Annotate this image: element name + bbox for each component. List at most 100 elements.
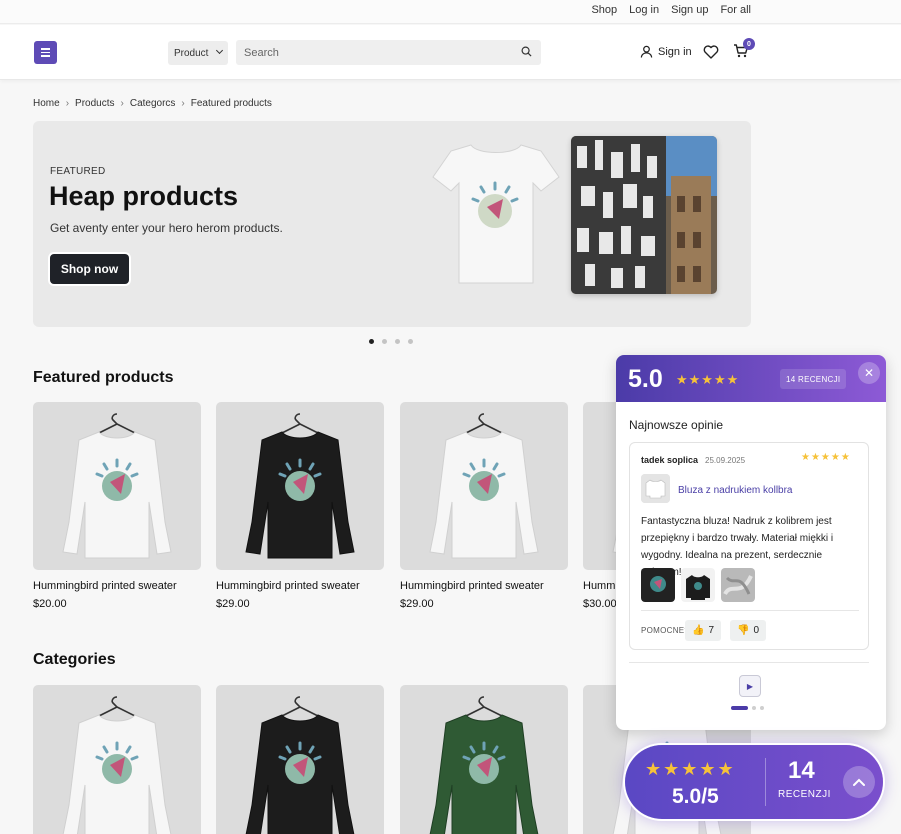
helpful-down-button[interactable]: 👎 0 xyxy=(730,620,767,641)
chevron-right-icon: › xyxy=(65,98,70,109)
breadcrumb-products[interactable]: Products xyxy=(75,98,114,109)
sweater-image xyxy=(245,696,355,834)
product-name[interactable]: Hummingbird printed sweater xyxy=(216,580,384,592)
user-icon xyxy=(640,45,653,58)
breadcrumb-home[interactable]: Home xyxy=(33,98,60,109)
helpful-up-count: 7 xyxy=(708,625,715,636)
review-product-thumbnail[interactable] xyxy=(641,474,670,503)
search-box xyxy=(236,40,541,65)
divider xyxy=(629,662,869,663)
thumbs-up-icon: 👍 xyxy=(692,625,705,636)
sweater-image xyxy=(62,413,172,559)
product-name[interactable]: Hummingbird printed sweater xyxy=(400,580,568,592)
top-link-shop[interactable]: Shop xyxy=(591,4,617,16)
category-card[interactable] xyxy=(33,685,201,834)
top-link-for-all[interactable]: For all xyxy=(720,4,751,16)
review-date: 25.09.2025 xyxy=(705,456,746,465)
heart-icon[interactable] xyxy=(703,45,719,59)
hero-subtitle: Get aventy enter your hero herom product… xyxy=(50,221,283,235)
rating-stars: ★★★★★ xyxy=(645,759,736,779)
reviews-count-badge: 14 RECENCJI xyxy=(780,369,847,389)
pager-dot[interactable] xyxy=(760,706,764,710)
category-select[interactable]: Product xyxy=(168,41,228,65)
helpful-down-count: 0 xyxy=(753,625,760,636)
product-image[interactable] xyxy=(33,402,201,570)
review-author: tadek soplica xyxy=(641,455,699,465)
badge-review-count: 14 xyxy=(788,757,815,784)
review-stars: ★★★★★ xyxy=(801,452,851,463)
review-photo[interactable] xyxy=(641,568,675,602)
product-price: $29.00 xyxy=(400,598,434,610)
breadcrumb-categories[interactable]: Categorcs xyxy=(130,98,176,109)
product-price: $29.00 xyxy=(216,598,250,610)
rating-badge-widget[interactable]: ★★★★★ 5.0/5 14 RECENZJI xyxy=(625,745,883,819)
chevron-down-icon xyxy=(215,46,224,55)
chevron-up-icon[interactable] xyxy=(843,766,875,798)
reviews-pager-dots xyxy=(731,706,764,710)
breadcrumb-current: Featured products xyxy=(190,98,272,109)
category-card[interactable] xyxy=(216,685,384,834)
category-image[interactable] xyxy=(400,685,568,834)
product-image[interactable] xyxy=(400,402,568,570)
categories-section-title: Categories xyxy=(33,651,116,668)
review-card: tadek soplica 25.09.2025 ★★★★★ Bluza z n… xyxy=(629,442,869,650)
chevron-right-icon: › xyxy=(181,98,185,109)
product-card[interactable]: Hummingbird printed sweater $29.00 xyxy=(216,402,384,610)
signin-label: Sign in xyxy=(658,45,692,58)
sweater-image xyxy=(245,413,355,559)
close-icon[interactable]: ✕ xyxy=(858,362,880,384)
top-link-signup[interactable]: Sign up xyxy=(671,4,708,16)
featured-section-title: Featured products xyxy=(33,369,174,386)
cart-count-badge: 0 xyxy=(743,38,755,50)
product-image[interactable] xyxy=(216,402,384,570)
pager-dot[interactable] xyxy=(752,706,756,710)
thumbs-down-icon: 👎 xyxy=(737,625,750,636)
reviews-panel: 5.0 ★★★★★ 14 RECENCJI ✕ Najnowsze opinie… xyxy=(616,355,886,730)
category-image[interactable] xyxy=(216,685,384,834)
category-card[interactable] xyxy=(400,685,568,834)
rating-stars: ★★★★★ xyxy=(676,372,740,387)
shop-now-button[interactable]: Shop now xyxy=(50,254,129,284)
product-card[interactable]: Hummingbird printed sweater $20.00 xyxy=(33,402,201,610)
badge-score: 5.0/5 xyxy=(672,785,719,808)
hero-title: Heap products xyxy=(49,181,239,211)
product-card[interactable]: Hummingbird printed sweater $29.00 xyxy=(400,402,568,610)
main-header: Product Sign in 0 xyxy=(0,25,901,80)
hero-tshirt-image xyxy=(432,144,560,284)
review-photo[interactable] xyxy=(681,568,715,602)
carousel-dot[interactable] xyxy=(408,339,413,344)
breadcrumb: Home › Products › Categorcs › Featured p… xyxy=(33,98,272,109)
helpful-label: POMOCNE? xyxy=(641,626,690,635)
top-links: Shop Log in Sign up For all xyxy=(591,4,751,16)
top-bar: Shop Log in Sign up For all xyxy=(0,0,901,24)
search-input[interactable] xyxy=(236,40,541,65)
signin-link[interactable]: Sign in xyxy=(640,45,692,58)
divider xyxy=(765,758,766,806)
play-icon[interactable]: ▶ xyxy=(739,675,761,697)
reviews-subtitle: Najnowsze opinie xyxy=(629,418,724,432)
category-image[interactable] xyxy=(33,685,201,834)
carousel-dot[interactable] xyxy=(382,339,387,344)
carousel-dot[interactable] xyxy=(369,339,374,344)
pager-dot[interactable] xyxy=(731,706,748,710)
hero-architecture-photo xyxy=(571,136,717,294)
chevron-right-icon: › xyxy=(120,98,124,109)
review-photos xyxy=(641,568,755,602)
badge-review-label: RECENZJI xyxy=(778,789,831,800)
reviews-score: 5.0 xyxy=(628,365,663,393)
helpful-up-button[interactable]: 👍 7 xyxy=(685,620,722,641)
review-photo[interactable] xyxy=(721,568,755,602)
hero-carousel-dots xyxy=(369,339,413,344)
category-select-value: Product xyxy=(174,47,209,59)
product-price: $20.00 xyxy=(33,598,67,610)
sweater-image xyxy=(62,696,172,834)
hero-kicker: FEATURED xyxy=(50,166,106,177)
hero-banner: FEATURED Heap products Get aventy enter … xyxy=(33,121,751,327)
menu-button[interactable] xyxy=(34,41,57,64)
divider xyxy=(641,610,859,611)
review-product-link[interactable]: Bluza z nadrukiem kollbra xyxy=(678,485,793,496)
search-icon[interactable] xyxy=(521,46,532,57)
carousel-dot[interactable] xyxy=(395,339,400,344)
top-link-login[interactable]: Log in xyxy=(629,4,659,16)
product-name[interactable]: Hummingbird printed sweater xyxy=(33,580,201,592)
